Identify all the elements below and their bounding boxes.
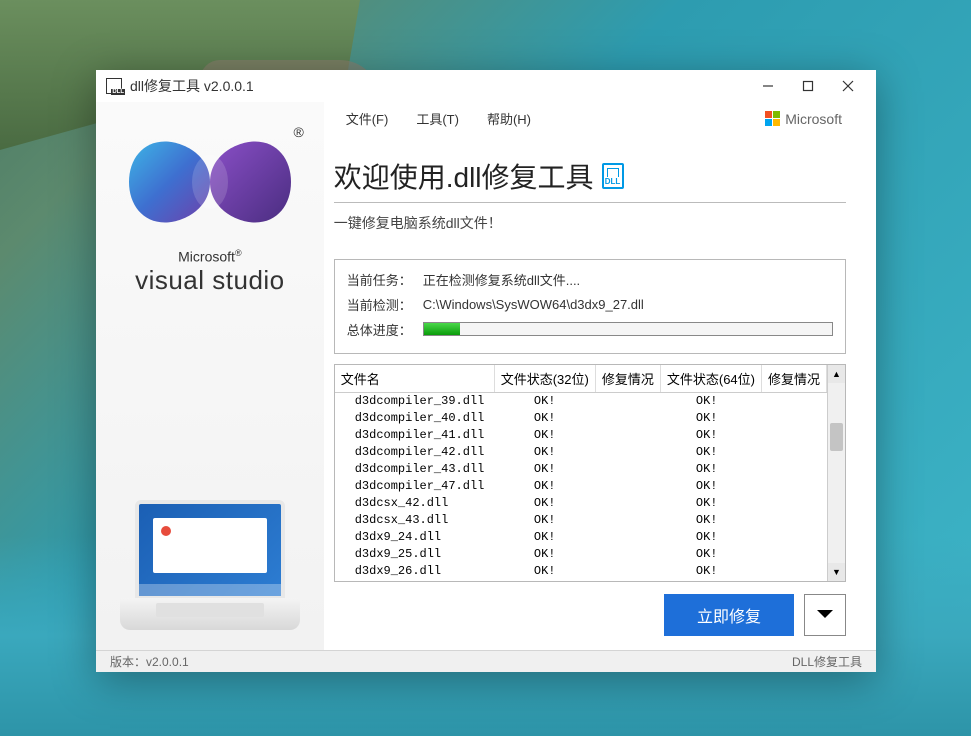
progress-label: 总体进度： bbox=[347, 320, 423, 339]
dll-badge-icon: DLL bbox=[602, 163, 624, 189]
hero: 欢迎使用.dll修复工具 DLL 一键修复电脑系统dll文件！ bbox=[324, 136, 846, 245]
visual-studio-logo: ® bbox=[120, 132, 300, 232]
page-subtitle: 一键修复电脑系统dll文件！ bbox=[334, 213, 846, 233]
microsoft-label: Microsoft® bbox=[178, 248, 241, 265]
product-label: DLL修复工具 bbox=[792, 653, 862, 670]
app-window: dll修复工具 v2.0.0.1 ® bbox=[96, 70, 876, 672]
laptop-illustration bbox=[120, 500, 300, 640]
window-title: dll修复工具 v2.0.0.1 bbox=[130, 76, 748, 96]
table-row[interactable]: d3dcompiler_39.dllOK!OK! bbox=[335, 393, 827, 410]
titlebar[interactable]: dll修复工具 v2.0.0.1 bbox=[96, 70, 876, 102]
version-label: 版本：v2.0.0.1 bbox=[110, 653, 189, 670]
table-row[interactable]: d3dcompiler_43.dllOK!OK! bbox=[335, 461, 827, 478]
table-row[interactable]: d3dcompiler_42.dllOK!OK! bbox=[335, 444, 827, 461]
sidebar: ® Microsoft® visual studio bbox=[96, 102, 324, 650]
table-row[interactable]: d3dx9_27.dll bbox=[335, 580, 827, 581]
table-row[interactable]: d3dcompiler_40.dllOK!OK! bbox=[335, 410, 827, 427]
table-body: d3dcompiler_39.dllOK!OK!d3dcompiler_40.d… bbox=[335, 393, 827, 581]
chevron-down-icon bbox=[817, 610, 833, 626]
close-button[interactable] bbox=[828, 71, 868, 101]
window-controls bbox=[748, 71, 868, 101]
action-row: 立即修复 bbox=[334, 594, 846, 636]
col-status32[interactable]: 文件状态(32位) bbox=[495, 365, 596, 392]
col-repair32[interactable]: 修复情况 bbox=[596, 365, 661, 392]
visual-studio-label: visual studio bbox=[135, 265, 285, 296]
progress-bar bbox=[423, 322, 833, 336]
scrollbar[interactable]: ▲ ▼ bbox=[827, 365, 845, 581]
col-repair64[interactable]: 修复情况 bbox=[762, 365, 827, 392]
table-row[interactable]: d3dcsx_42.dllOK!OK! bbox=[335, 495, 827, 512]
scroll-down-button[interactable]: ▼ bbox=[828, 563, 845, 581]
table-row[interactable]: d3dcompiler_41.dllOK!OK! bbox=[335, 427, 827, 444]
table-row[interactable]: d3dx9_26.dllOK!OK! bbox=[335, 563, 827, 580]
menu-file[interactable]: 文件(F) bbox=[332, 105, 403, 133]
table-header: 文件名 文件状态(32位) 修复情况 文件状态(64位) 修复情况 bbox=[335, 365, 827, 393]
check-value: C:\Windows\SysWOW64\d3dx9_27.dll bbox=[423, 297, 644, 312]
microsoft-logo-icon bbox=[765, 111, 780, 126]
scroll-thumb[interactable] bbox=[830, 423, 843, 451]
repair-button[interactable]: 立即修复 bbox=[664, 594, 794, 636]
menu-tools[interactable]: 工具(T) bbox=[402, 105, 473, 133]
registered-mark-icon: ® bbox=[294, 124, 304, 140]
menu-help[interactable]: 帮助(H) bbox=[473, 105, 545, 133]
microsoft-brand: Microsoft bbox=[765, 111, 846, 127]
statusbar: 版本：v2.0.0.1 DLL修复工具 bbox=[96, 650, 876, 672]
file-table: 文件名 文件状态(32位) 修复情况 文件状态(64位) 修复情况 d3dcom… bbox=[334, 364, 846, 582]
table-row[interactable]: d3dcsx_43.dllOK!OK! bbox=[335, 512, 827, 529]
scroll-track[interactable] bbox=[828, 383, 845, 563]
task-value: 正在检测修复系统dll文件.... bbox=[423, 270, 580, 289]
check-label: 当前检测： bbox=[347, 295, 423, 314]
col-status64[interactable]: 文件状态(64位) bbox=[661, 365, 762, 392]
status-panel: 当前任务： 正在检测修复系统dll文件.... 当前检测： C:\Windows… bbox=[334, 259, 846, 354]
expand-button[interactable] bbox=[804, 594, 846, 636]
main-panel: 文件(F) 工具(T) 帮助(H) Microsoft 欢迎使用.dll修复工具… bbox=[324, 102, 876, 650]
scroll-up-button[interactable]: ▲ bbox=[828, 365, 845, 383]
maximize-button[interactable] bbox=[788, 71, 828, 101]
page-title: 欢迎使用.dll修复工具 DLL bbox=[334, 156, 846, 196]
menubar: 文件(F) 工具(T) 帮助(H) Microsoft bbox=[324, 102, 846, 136]
app-icon bbox=[106, 78, 122, 94]
col-filename[interactable]: 文件名 bbox=[335, 365, 495, 392]
table-row[interactable]: d3dx9_25.dllOK!OK! bbox=[335, 546, 827, 563]
table-row[interactable]: d3dcompiler_47.dllOK!OK! bbox=[335, 478, 827, 495]
table-row[interactable]: d3dx9_24.dllOK!OK! bbox=[335, 529, 827, 546]
task-label: 当前任务： bbox=[347, 270, 423, 289]
minimize-button[interactable] bbox=[748, 71, 788, 101]
